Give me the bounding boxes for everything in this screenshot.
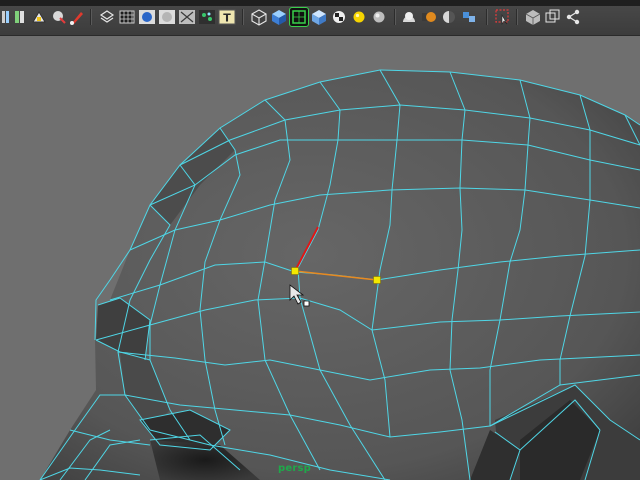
cube-selected-icon[interactable] — [289, 7, 309, 27]
svg-text:T: T — [223, 12, 231, 25]
scene-canvas[interactable] — [0, 36, 640, 480]
snap-to-grid-icon[interactable] — [12, 8, 30, 26]
sculpt-tool-icon[interactable] — [50, 8, 68, 26]
snap-to-curve-icon[interactable] — [30, 8, 48, 26]
cube-textured-icon[interactable] — [310, 8, 328, 26]
ipr-render-icon[interactable] — [440, 8, 458, 26]
paint-tool-icon[interactable] — [68, 8, 86, 26]
share-icon[interactable] — [564, 8, 582, 26]
grid-display-icon[interactable] — [118, 8, 136, 26]
render-settings-icon[interactable] — [460, 8, 478, 26]
toolbar-top-strip — [0, 0, 640, 6]
toolbar-separator — [242, 9, 244, 25]
render-sphere-icon[interactable] — [400, 8, 418, 26]
toolbar-row: T — [0, 7, 640, 28]
toolbar-separator — [90, 9, 92, 25]
select-tool-icon[interactable] — [494, 8, 512, 26]
toolbar-separator — [486, 9, 488, 25]
camera-label: persp — [278, 463, 311, 474]
checker-icon[interactable] — [330, 8, 348, 26]
x-ray-icon[interactable] — [178, 8, 196, 26]
panel-layout-icon[interactable] — [544, 8, 562, 26]
uv-texture-icon[interactable] — [198, 8, 216, 26]
toolbar-separator — [516, 9, 518, 25]
cube-wire-icon[interactable] — [250, 8, 268, 26]
cube-shaded-icon[interactable] — [270, 8, 288, 26]
wireframe-icon[interactable] — [98, 8, 116, 26]
smooth-shade-icon[interactable] — [138, 8, 156, 26]
sphere-icon[interactable] — [370, 8, 388, 26]
render-icon[interactable] — [420, 8, 438, 26]
text-tool-icon[interactable]: T — [218, 8, 236, 26]
toolbar-separator — [394, 9, 396, 25]
light-bulb-icon[interactable] — [350, 8, 368, 26]
head-mesh[interactable] — [40, 70, 640, 480]
perspective-viewport[interactable] — [0, 36, 640, 480]
flat-shade-icon[interactable] — [158, 8, 176, 26]
selected-vertex[interactable] — [291, 267, 299, 275]
selected-vertex[interactable] — [373, 276, 381, 284]
panel-single-icon[interactable] — [524, 8, 542, 26]
toolbar: T — [0, 0, 640, 36]
